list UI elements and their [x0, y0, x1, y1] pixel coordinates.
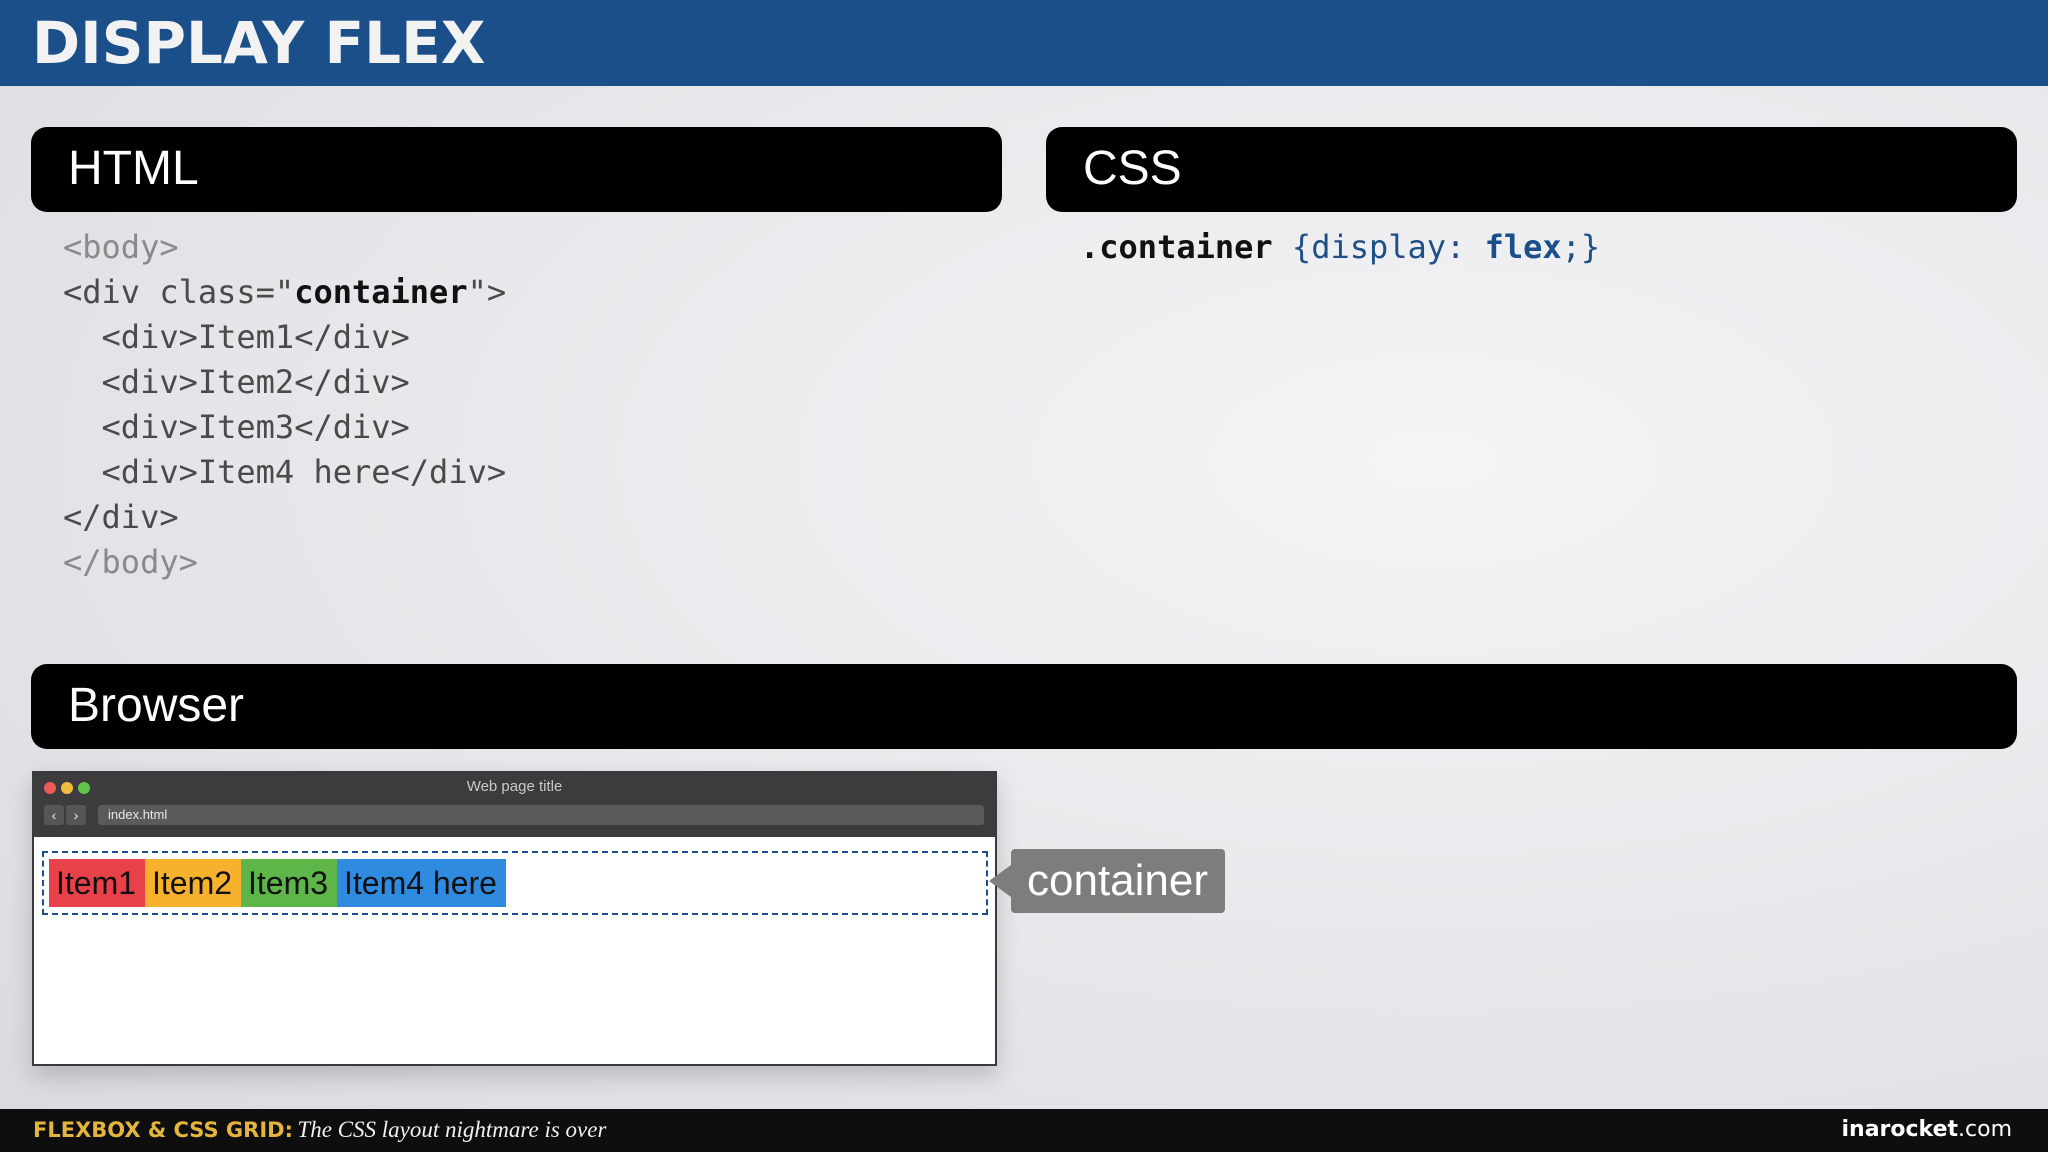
code-line: <div>Item3</div>: [63, 408, 410, 446]
code-token: ">: [467, 273, 507, 311]
browser-panel-label: Browser: [68, 679, 245, 732]
footer-brand: inarocket.com: [1841, 1117, 2012, 1143]
container-callout: container: [989, 849, 1225, 913]
footer-subtitle: The CSS layout nightmare is over: [297, 1117, 607, 1142]
css-value: flex: [1484, 228, 1562, 266]
flex-item: Item4 here: [337, 859, 506, 907]
footer-course-title: FLEXBOX & CSS GRID:: [33, 1118, 293, 1142]
code-line: </body>: [63, 543, 198, 581]
window-title: Web page title: [466, 778, 563, 795]
css-token: {display:: [1272, 228, 1485, 266]
flex-item: Item3: [241, 859, 337, 907]
code-line: <div class="container">: [63, 270, 506, 315]
brand-domain: .com: [1958, 1117, 2012, 1142]
brand-name: inarocket: [1841, 1117, 1959, 1142]
flex-item: Item1: [49, 859, 145, 907]
html-code-block: <body> <div class="container"> <div>Item1…: [63, 225, 506, 585]
forward-button[interactable]: ›: [66, 805, 86, 825]
html-panel-label: HTML: [68, 142, 199, 195]
slide-header: DISPLAY FLEX: [0, 0, 2048, 86]
code-token: <div class=": [63, 273, 295, 311]
callout-label: container: [1027, 856, 1209, 905]
code-line: </div>: [63, 498, 179, 536]
browser-chrome: Web page title ‹ › index.html: [34, 773, 995, 837]
slide-title: DISPLAY FLEX: [32, 9, 486, 77]
css-panel-label: CSS: [1083, 142, 1182, 195]
slide-footer: FLEXBOX & CSS GRID: The CSS layout night…: [0, 1109, 2048, 1152]
code-line: <div>Item2</div>: [63, 363, 410, 401]
flex-item: Item2: [145, 859, 241, 907]
address-bar[interactable]: index.html: [98, 805, 984, 825]
browser-window: Web page title ‹ › index.html Item1 Item…: [32, 771, 997, 1066]
browser-panel-header: Browser: [31, 664, 2017, 749]
code-line: <div>Item4 here</div>: [63, 453, 507, 491]
css-code-block: .container {display: flex;}: [1080, 225, 1600, 270]
code-line: <div>Item1</div>: [63, 318, 410, 356]
chevron-left-icon: ‹: [51, 807, 57, 823]
css-selector: .container: [1080, 228, 1273, 266]
css-token: ;}: [1561, 228, 1601, 266]
code-class-name: container: [294, 273, 468, 311]
address-bar-url: index.html: [108, 807, 168, 822]
html-panel-header: HTML: [31, 127, 1002, 212]
back-button[interactable]: ‹: [44, 805, 64, 825]
code-line: <body>: [63, 228, 179, 266]
footer-course-info: FLEXBOX & CSS GRID: The CSS layout night…: [33, 1117, 606, 1146]
callout-arrow: [989, 865, 1011, 897]
flex-container: Item1 Item2 Item3 Item4 here: [42, 851, 988, 915]
css-panel-header: CSS: [1046, 127, 2017, 212]
chevron-right-icon: ›: [73, 807, 79, 823]
